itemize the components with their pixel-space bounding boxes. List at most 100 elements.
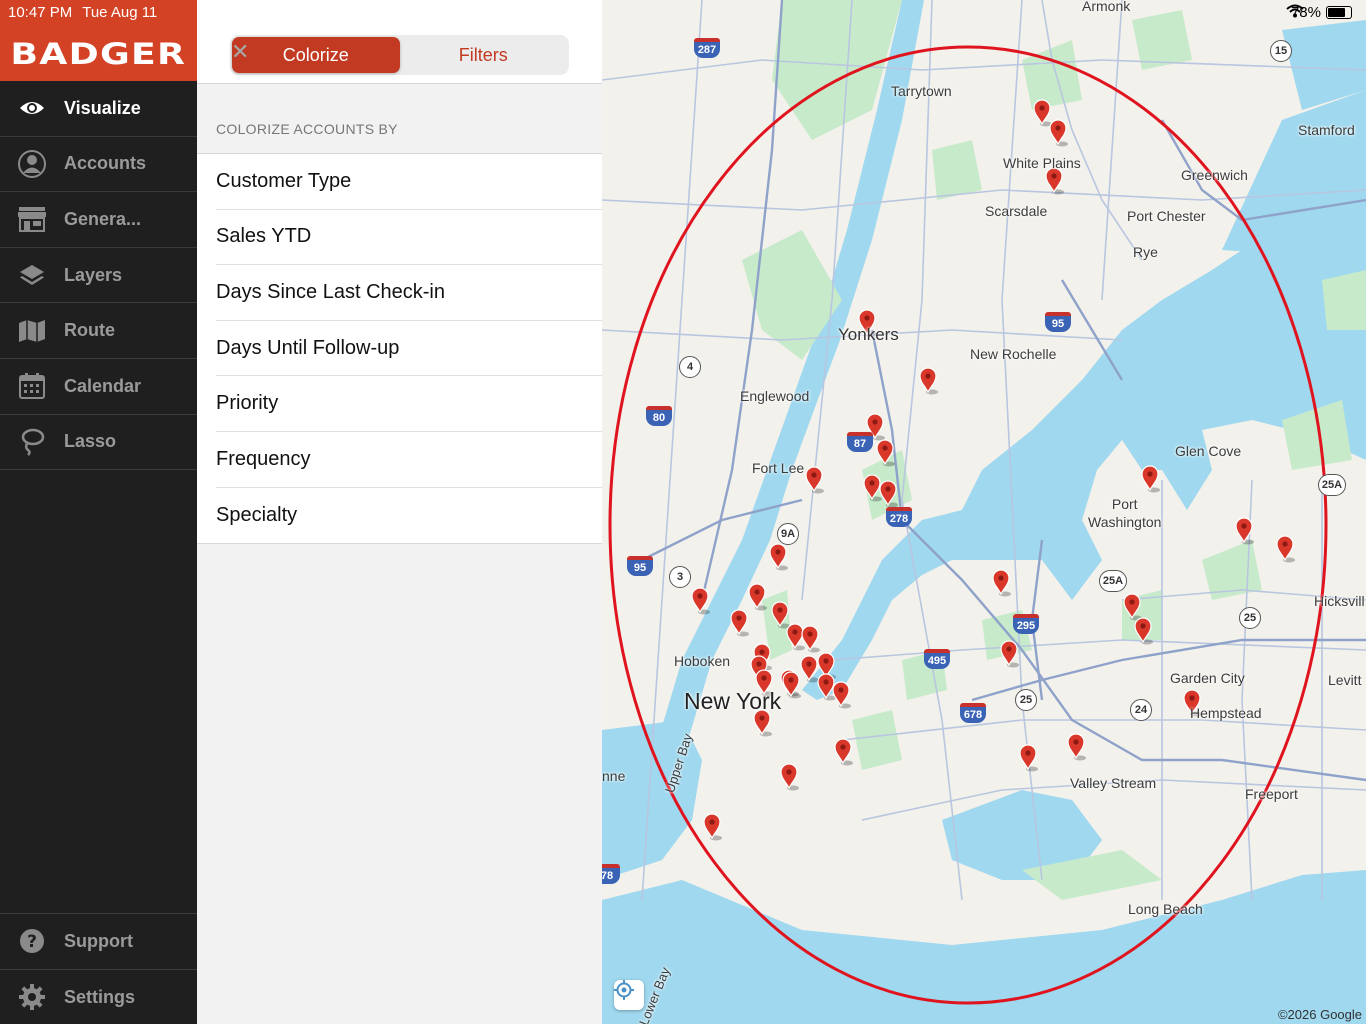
option-priority[interactable]: Priority [216, 376, 602, 432]
route-shield: 495 [924, 649, 950, 669]
colorize-options-list: Customer Type Sales YTD Days Since Last … [197, 153, 602, 545]
account-pin[interactable] [780, 763, 799, 791]
route-shield: 287 [694, 38, 720, 58]
account-pin[interactable] [834, 738, 853, 766]
account-pin[interactable] [1049, 119, 1068, 147]
place-label: Hicksvill [1314, 593, 1365, 609]
account-pin[interactable] [1235, 517, 1254, 545]
account-pin[interactable] [805, 466, 824, 494]
route-shield: 25 [1015, 689, 1037, 711]
route-shield: 3 [669, 566, 691, 588]
route-shield: 25 [1239, 607, 1261, 629]
map-base [602, 0, 1366, 1024]
brand-logo: BADGER [10, 36, 187, 71]
place-label: Armonk [1082, 0, 1131, 14]
gear-icon [0, 983, 64, 1011]
route-shield: 678 [960, 703, 986, 723]
place-label: Garden City [1170, 670, 1245, 686]
sidebar-item-support[interactable]: ? Support [0, 914, 197, 970]
storefront-icon [0, 206, 64, 233]
place-label: New York [684, 688, 782, 714]
sidebar-item-label: Layers [64, 264, 123, 285]
sidebar-bottom-nav: ? Support Settings [0, 913, 197, 1024]
sidebar-item-lasso[interactable]: Lasso [0, 415, 197, 471]
sidebar-item-label: Calendar [64, 375, 142, 396]
place-label: nne [602, 768, 626, 784]
account-pin[interactable] [1045, 167, 1064, 195]
sidebar-item-calendar[interactable]: Calendar [0, 359, 197, 415]
sidebar: 10:47 PM Tue Aug 11 BADGER Visualize Acco… [0, 0, 197, 1024]
route-shield: 25A [1318, 474, 1346, 496]
account-pin[interactable] [832, 681, 851, 709]
sidebar-item-visualize[interactable]: Visualize [0, 81, 197, 137]
account-pin[interactable] [1033, 99, 1052, 127]
eye-icon [0, 98, 64, 118]
option-days-until-follow-up[interactable]: Days Until Follow-up [216, 321, 602, 377]
place-label: Rye [1133, 244, 1158, 260]
place-label: Hoboken [674, 653, 731, 669]
sidebar-item-label: Visualize [64, 97, 141, 118]
question-icon: ? [0, 928, 64, 954]
colorize-panel: Colorize Filters ✕ COLORIZE ACCOUNTS BY … [197, 0, 602, 1024]
sidebar-item-settings[interactable]: Settings [0, 970, 197, 1024]
option-days-since-last-check-in[interactable]: Days Since Last Check-in [216, 265, 602, 321]
tab-colorize[interactable]: Colorize [232, 37, 400, 73]
status-date: Tue Aug 11 [82, 4, 158, 21]
sidebar-item-label: Genera... [64, 208, 142, 229]
sidebar-nav: Visualize Accounts Genera... Layers Rout… [0, 81, 197, 471]
sidebar-item-accounts[interactable]: Accounts [0, 137, 197, 193]
account-pin[interactable] [1000, 640, 1019, 668]
option-frequency[interactable]: Frequency [216, 432, 602, 488]
account-pin[interactable] [1141, 465, 1160, 493]
sidebar-item-label: Settings [64, 986, 136, 1007]
route-shield: 95 [1045, 312, 1071, 332]
person-icon [0, 149, 64, 179]
panel-header: Colorize Filters ✕ [197, 0, 602, 84]
place-label: Stamford [1298, 122, 1355, 138]
tab-filters[interactable]: Filters [400, 37, 568, 73]
status-bar-right: 78% [1286, 4, 1352, 21]
route-shield: 24 [1130, 699, 1152, 721]
map-view[interactable]: Armonk Tarrytown Stamford White Plains G… [602, 0, 1366, 1024]
option-specialty[interactable]: Specialty [216, 488, 602, 544]
map-icon [0, 319, 64, 343]
place-label: Englewood [740, 388, 810, 404]
option-customer-type[interactable]: Customer Type [216, 154, 602, 210]
route-shield: 80 [646, 406, 672, 426]
layers-icon [0, 263, 64, 287]
account-pin[interactable] [1276, 535, 1295, 563]
account-pin[interactable] [748, 583, 767, 611]
option-sales-ytd[interactable]: Sales YTD [216, 210, 602, 266]
brand-header: BADGER [0, 26, 197, 81]
sidebar-item-label: Lasso [64, 431, 117, 452]
calendar-icon [0, 373, 64, 400]
place-label: Fort Lee [752, 460, 805, 476]
place-label: Freeport [1245, 786, 1298, 802]
account-pin[interactable] [919, 367, 938, 395]
locate-icon[interactable] [614, 980, 644, 1010]
route-shield: 15 [1270, 40, 1292, 62]
svg-text:?: ? [27, 932, 37, 952]
route-shield: 9A [777, 523, 799, 545]
account-pin[interactable] [730, 609, 749, 637]
sidebar-item-general[interactable]: Genera... [0, 192, 197, 248]
account-pin[interactable] [691, 587, 710, 615]
route-shield: 295 [1013, 614, 1039, 634]
route-shield: 87 [847, 432, 873, 452]
place-label: Tarrytown [891, 83, 952, 99]
sidebar-item-layers[interactable]: Layers [0, 248, 197, 304]
account-pin[interactable] [1067, 733, 1086, 761]
close-icon[interactable]: ✕ [231, 41, 249, 63]
account-pin[interactable] [1019, 744, 1038, 772]
account-pin[interactable] [703, 813, 722, 841]
account-pin[interactable] [992, 569, 1011, 597]
place-label: Long Beach [1128, 901, 1203, 917]
account-pin[interactable] [769, 543, 788, 571]
place-label: Valley Stream [1070, 775, 1157, 791]
app-root: 10:47 PM Tue Aug 11 BADGER Visualize Acco… [0, 0, 1366, 1024]
route-shield: 78 [602, 864, 620, 884]
account-pin[interactable] [782, 671, 801, 699]
account-pin[interactable] [800, 655, 819, 683]
lasso-icon [0, 428, 64, 456]
sidebar-item-route[interactable]: Route [0, 303, 197, 359]
